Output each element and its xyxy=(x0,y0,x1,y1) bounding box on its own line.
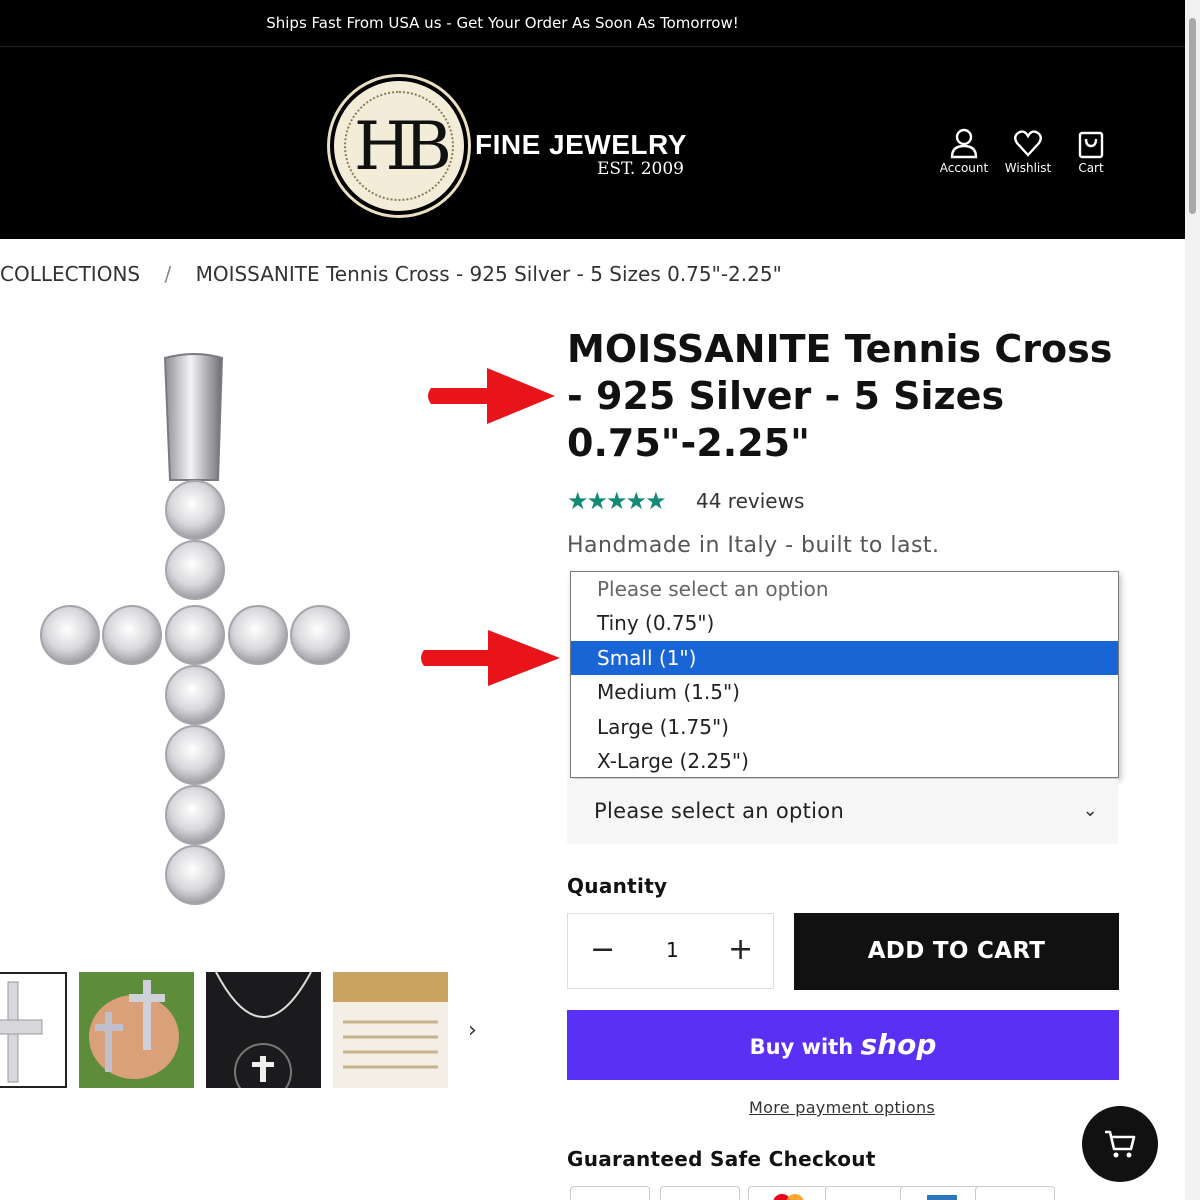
cart-icon xyxy=(1105,1130,1136,1158)
annotation-arrow-option xyxy=(421,630,560,686)
dropdown-option-large[interactable]: Large (1.75") xyxy=(571,710,1118,744)
amex-badge xyxy=(927,1195,957,1200)
dropdown-option-small[interactable]: Small (1") xyxy=(571,640,1118,676)
thumbnail-cross-image xyxy=(0,974,65,1086)
heart-icon xyxy=(1014,130,1042,157)
wishlist-label: Wishlist xyxy=(1004,161,1052,175)
thumbnail-certificate[interactable] xyxy=(333,972,448,1088)
logo-est: EST. 2009 xyxy=(597,159,684,179)
product-tagline: Handmade in Italy - built to last. xyxy=(567,533,940,558)
reviews-count[interactable]: 44 reviews xyxy=(696,489,804,513)
mastercard-icon xyxy=(748,1186,828,1200)
shopping-bag-icon xyxy=(1078,131,1104,159)
thumbnail-certificate-image xyxy=(333,972,448,1088)
cart-label: Cart xyxy=(1078,161,1104,175)
thumbnail-necklace[interactable] xyxy=(206,972,321,1088)
quantity-input[interactable]: 1 xyxy=(666,938,679,962)
product-title: MOISSANITE Tennis Cross - 925 Silver - 5… xyxy=(567,327,1113,465)
breadcrumb: COLLECTIONS / MOISSANITE Tennis Cross - … xyxy=(0,262,782,286)
logo-badge[interactable]: HB xyxy=(330,77,468,215)
dropdown-option-medium[interactable]: Medium (1.5") xyxy=(571,675,1118,709)
breadcrumb-separator: / xyxy=(164,262,172,286)
dropdown-option-placeholder[interactable]: Please select an option xyxy=(571,572,1118,606)
visa-icon xyxy=(975,1186,1055,1200)
product-image[interactable] xyxy=(40,350,360,920)
account-label: Account xyxy=(939,161,989,175)
dropdown-option-tiny[interactable]: Tiny (0.75") xyxy=(571,606,1118,640)
floating-cart-button[interactable] xyxy=(1082,1106,1158,1182)
site-header: HB FINE JEWELRY EST. 2009 Account Wishli… xyxy=(0,46,1185,239)
announcement-text: Ships Fast From USA us - Get Your Order … xyxy=(266,14,739,32)
breadcrumb-current: MOISSANITE Tennis Cross - 925 Silver - 5… xyxy=(195,262,782,286)
more-payment-options-link[interactable]: More payment options xyxy=(749,1098,935,1117)
paypal-icon xyxy=(570,1186,650,1200)
quantity-label: Quantity xyxy=(567,874,668,898)
chevron-down-icon: ⌄ xyxy=(1082,800,1098,821)
card-icon xyxy=(660,1186,740,1200)
thumbnail-cross[interactable] xyxy=(0,972,67,1088)
dropdown-option-xlarge[interactable]: X-Large (2.25") xyxy=(571,744,1118,778)
quantity-stepper: − 1 + xyxy=(567,913,774,989)
breadcrumb-collections[interactable]: COLLECTIONS xyxy=(0,262,140,286)
account-link[interactable]: Account xyxy=(929,127,999,175)
safe-checkout-heading: Guaranteed Safe Checkout xyxy=(567,1147,876,1171)
size-dropdown-list[interactable]: Please select an option Tiny (0.75") Sma… xyxy=(570,571,1119,778)
add-to-cart-button[interactable]: ADD TO CART xyxy=(794,913,1119,990)
quantity-increase-button[interactable]: + xyxy=(728,932,753,967)
announcement-bar: Ships Fast From USA us - Get Your Order … xyxy=(0,0,1185,46)
quantity-decrease-button[interactable]: − xyxy=(590,932,615,967)
option-select-value: Please select an option xyxy=(594,799,845,823)
logo-title[interactable]: FINE JEWELRY xyxy=(475,129,687,161)
option-select[interactable]: Please select an option ⌄ xyxy=(567,779,1118,844)
star-rating-icon[interactable]: ★★★★★ xyxy=(567,487,667,515)
chevron-right-icon[interactable]: › xyxy=(468,1018,477,1043)
thumbnail-hand-image xyxy=(79,972,194,1088)
buy-with-label: Buy with xyxy=(749,1035,854,1059)
discover-icon xyxy=(825,1186,905,1200)
shop-logo: shop xyxy=(860,1028,937,1061)
buy-with-shop-button[interactable]: Buy with shop xyxy=(567,1010,1119,1080)
user-icon xyxy=(950,128,978,159)
cart-link[interactable]: Cart xyxy=(1056,127,1126,175)
annotation-arrow-title xyxy=(428,368,555,424)
wishlist-link[interactable]: Wishlist xyxy=(993,127,1063,175)
scrollbar-thumb[interactable] xyxy=(1189,18,1196,214)
thumbnail-necklace-image xyxy=(206,972,321,1088)
thumbnail-hand[interactable] xyxy=(79,972,194,1088)
mastercard-circles xyxy=(773,1194,804,1200)
page-scrollbar[interactable] xyxy=(1185,0,1200,1200)
logo-monogram: HB xyxy=(353,107,452,185)
amex-icon xyxy=(900,1186,980,1200)
